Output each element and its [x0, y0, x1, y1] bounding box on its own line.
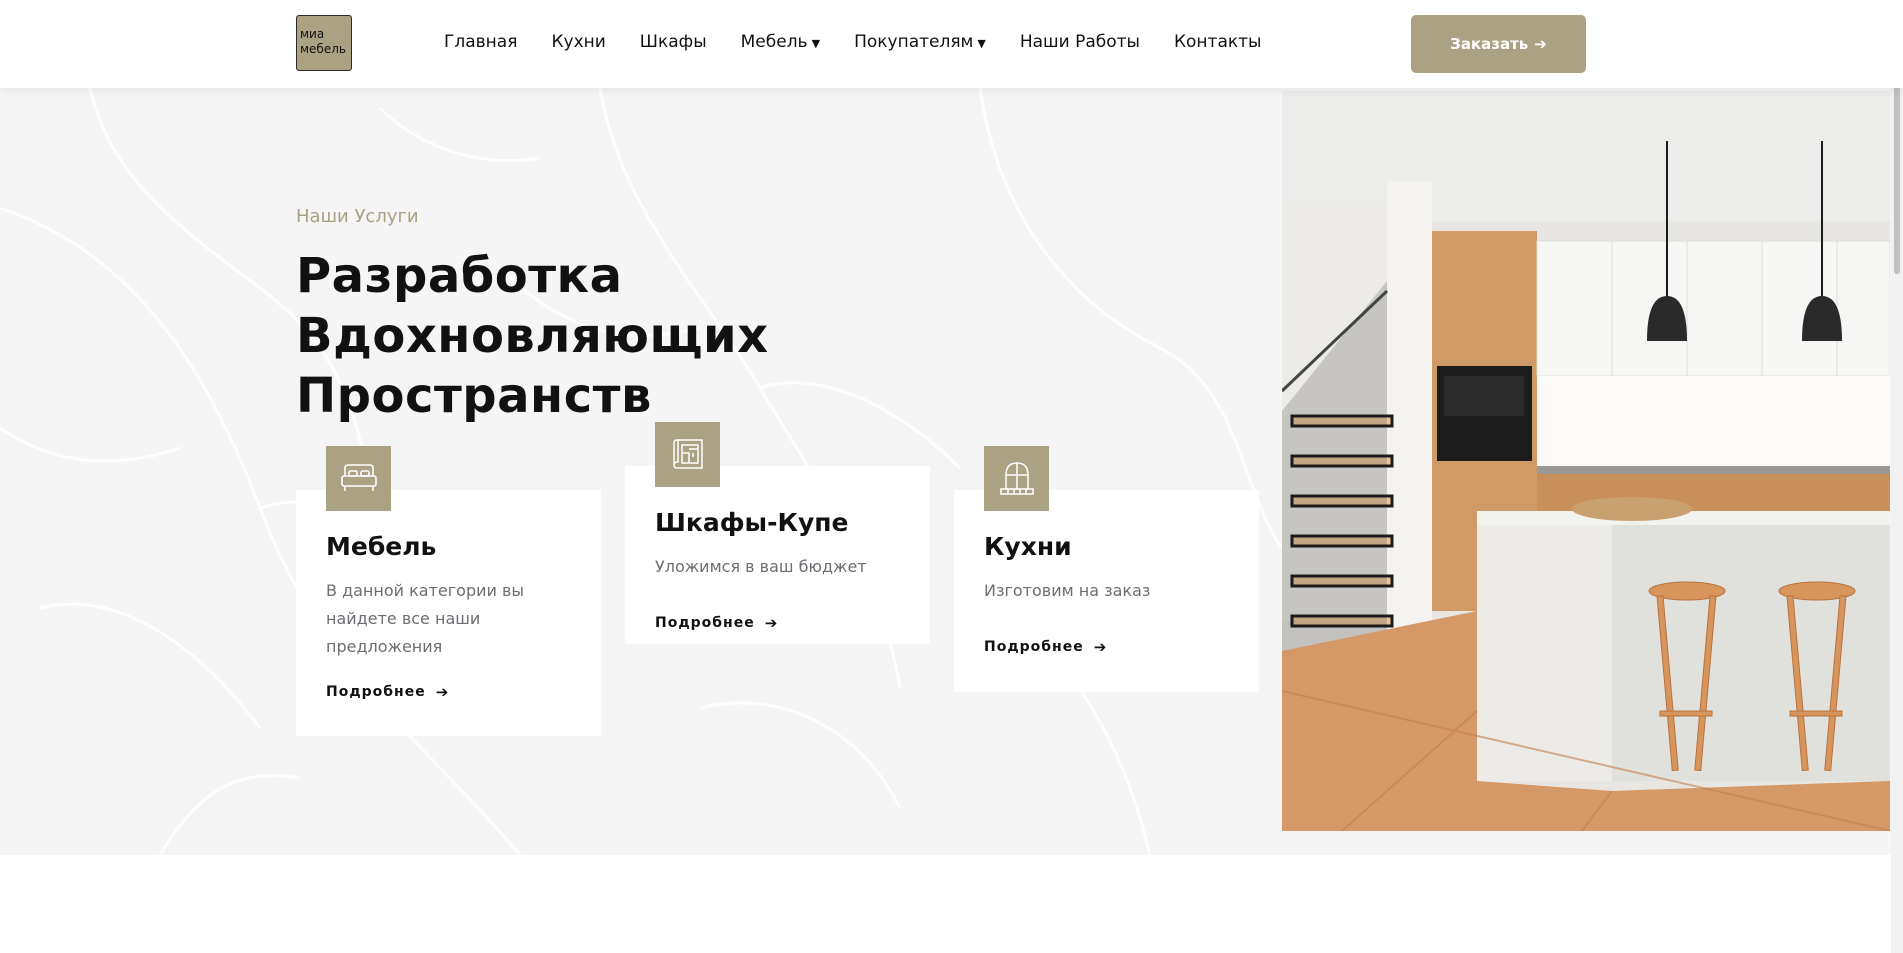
- nav-item-wardrobes[interactable]: Шкафы: [640, 32, 707, 52]
- nav-item-customers[interactable]: Покупателям ▼: [854, 32, 986, 52]
- logo-line-2: мебель: [300, 42, 346, 56]
- nav-item-furniture[interactable]: Мебель ▼: [741, 32, 820, 52]
- nav-label: Контакты: [1173, 32, 1262, 52]
- chevron-down-icon: ▼: [811, 36, 821, 50]
- card-title: Мебель: [326, 532, 437, 561]
- bed-icon: [326, 446, 391, 511]
- order-button[interactable]: Заказать ➔: [1411, 15, 1586, 73]
- arrow-right-icon: ➔: [1093, 638, 1108, 656]
- title-line-2: Пространств: [296, 368, 652, 424]
- section-title: Разработка Вдохновляющих Пространств: [296, 246, 1096, 426]
- read-more-link[interactable]: Подробнее ➔: [326, 683, 449, 701]
- nav-item-contacts[interactable]: Контакты: [1174, 32, 1262, 52]
- logo-line-1: миа: [300, 27, 325, 41]
- nav-label: Шкафы: [639, 32, 707, 52]
- read-more-link[interactable]: Подробнее ➔: [984, 638, 1107, 656]
- nav-label: Наши Работы: [1019, 32, 1140, 52]
- card-title: Шкафы-Купе: [655, 508, 849, 537]
- arrow-right-icon: ➔: [764, 614, 779, 632]
- service-card-furniture: Мебель В данной категории вы найдете все…: [296, 446, 601, 736]
- read-more-label: Подробнее: [655, 615, 755, 631]
- card-text: Изготовим на заказ: [984, 581, 1151, 600]
- services-section: Наши Услуги Разработка Вдохновляющих Про…: [0, 88, 1903, 855]
- card-title: Кухни: [984, 532, 1072, 561]
- arrow-right-icon: ➔: [1534, 35, 1547, 53]
- card-text: В данной категории вы найдете все наши п…: [326, 581, 525, 656]
- nav-item-home[interactable]: Главная: [444, 32, 517, 52]
- nav-label: Мебель: [740, 32, 808, 52]
- read-more-label: Подробнее: [984, 639, 1084, 655]
- service-card-wardrobes: Шкафы-Купе Уложимся в ваш бюджет Подробн…: [625, 422, 930, 644]
- title-line-1: Разработка Вдохновляющих: [296, 248, 769, 364]
- site-header: миа мебель Главная Кухни Шкафы Мебель ▼ П…: [0, 0, 1903, 88]
- page-scrollbar[interactable]: [1891, 0, 1903, 953]
- section-eyebrow: Наши Услуги: [296, 206, 419, 227]
- logo[interactable]: миа мебель: [296, 15, 352, 71]
- service-card-kitchens: Кухни Изготовим на заказ Подробнее ➔: [954, 446, 1259, 692]
- nav-item-kitchens[interactable]: Кухни: [551, 32, 605, 52]
- arrow-right-icon: ➔: [435, 683, 450, 701]
- nav-label: Покупателям: [854, 32, 974, 52]
- card-text: Уложимся в ваш бюджет: [655, 557, 867, 576]
- nav-label: Кухни: [551, 32, 606, 52]
- read-more-label: Подробнее: [326, 684, 426, 700]
- main-nav: Главная Кухни Шкафы Мебель ▼ Покупателям ▼…: [444, 32, 1295, 52]
- nav-label: Главная: [444, 32, 518, 52]
- nav-item-our-works[interactable]: Наши Работы: [1020, 32, 1140, 52]
- kitchen-photo: [1282, 91, 1890, 831]
- blueprint-icon: [655, 422, 720, 487]
- order-button-label: Заказать: [1450, 35, 1529, 53]
- chevron-down-icon: ▼: [977, 36, 986, 50]
- window-icon: [984, 446, 1049, 511]
- read-more-link[interactable]: Подробнее ➔: [655, 614, 778, 632]
